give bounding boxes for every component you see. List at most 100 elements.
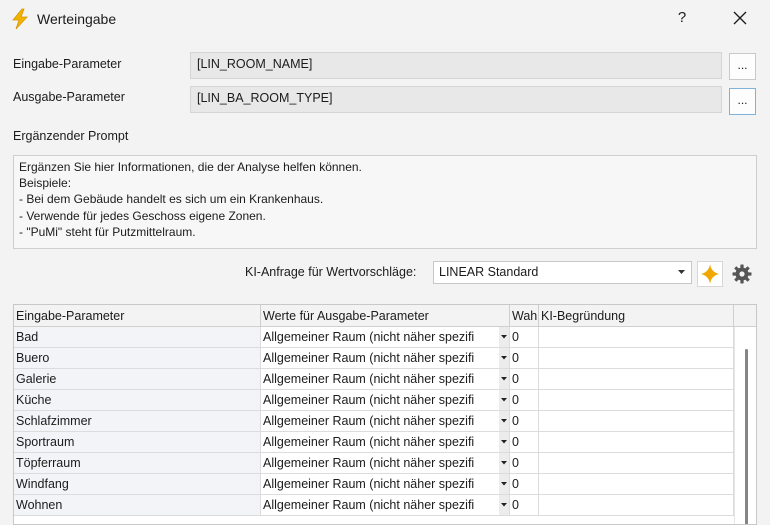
cell-dropdown-button[interactable] — [499, 453, 509, 473]
table-row[interactable]: Windfang Allgemeiner Raum (nicht näher sp… — [14, 474, 756, 495]
cell-probability[interactable]: 0 — [510, 474, 539, 495]
cell-input-param-text: Küche — [16, 393, 52, 407]
values-table: Eingabe-Parameter Werte für Ausgabe-Para… — [13, 304, 757, 525]
cell-probability[interactable]: 0 — [510, 369, 539, 390]
cell-input-param[interactable]: Bad — [14, 327, 261, 348]
cell-ki-reason[interactable] — [539, 390, 734, 411]
cell-ki-reason[interactable] — [539, 348, 734, 369]
cell-input-param[interactable]: Töpferraum — [14, 453, 261, 474]
settings-button[interactable] — [729, 261, 755, 287]
table-header: Eingabe-Parameter Werte für Ausgabe-Para… — [14, 305, 756, 327]
cell-input-param[interactable]: Buero — [14, 348, 261, 369]
table-row[interactable]: Wohnen Allgemeiner Raum (nicht näher spez… — [14, 495, 756, 516]
cell-probability[interactable]: 0 — [510, 495, 539, 516]
cell-input-param[interactable]: Sportraum — [14, 432, 261, 453]
close-icon — [733, 11, 747, 25]
cell-probability[interactable]: 0 — [510, 453, 539, 474]
cell-probability[interactable]: 0 — [510, 411, 539, 432]
table-row[interactable]: Sportraum Allgemeiner Raum (nicht näher s… — [14, 432, 756, 453]
cell-output-value-text: Allgemeiner Raum (nicht näher spezifi — [263, 372, 475, 386]
cell-probability[interactable]: 0 — [510, 390, 539, 411]
cell-dropdown-button[interactable] — [499, 369, 509, 389]
cell-output-value[interactable]: Allgemeiner Raum (nicht näher spezifi — [261, 495, 510, 516]
cell-dropdown-button[interactable] — [499, 327, 509, 347]
window-title: Werteingabe — [37, 11, 117, 27]
input-param-field[interactable]: [LIN_ROOM_NAME] — [190, 52, 722, 79]
cell-output-value[interactable]: Allgemeiner Raum (nicht näher spezifi — [261, 390, 510, 411]
cell-output-value[interactable]: Allgemeiner Raum (nicht näher spezifi — [261, 348, 510, 369]
cell-ki-reason[interactable] — [539, 495, 734, 516]
chevron-down-icon — [501, 377, 507, 381]
ki-request-label: KI-Anfrage für Wertvorschläge: — [245, 265, 417, 279]
prompt-label: Ergänzender Prompt — [13, 129, 129, 143]
cell-probability-text: 0 — [512, 477, 519, 491]
close-button[interactable] — [720, 2, 760, 34]
table-row[interactable]: Schlafzimmer Allgemeiner Raum (nicht nähe… — [14, 411, 756, 432]
cell-input-param[interactable]: Windfang — [14, 474, 261, 495]
cell-ki-reason[interactable] — [539, 453, 734, 474]
cell-output-value-text: Allgemeiner Raum (nicht näher spezifi — [263, 498, 475, 512]
cell-input-param[interactable]: Galerie — [14, 369, 261, 390]
cell-dropdown-button[interactable] — [499, 432, 509, 452]
cell-output-value[interactable]: Allgemeiner Raum (nicht näher spezifi — [261, 432, 510, 453]
scrollbar-thumb[interactable] — [745, 349, 748, 524]
cell-probability-text: 0 — [512, 393, 519, 407]
cell-probability[interactable]: 0 — [510, 348, 539, 369]
cell-input-param[interactable]: Küche — [14, 390, 261, 411]
output-param-browse-button[interactable]: ... — [729, 88, 756, 115]
input-param-browse-button[interactable]: ... — [729, 53, 756, 80]
table-row[interactable]: Töpferraum Allgemeiner Raum (nicht näher … — [14, 453, 756, 474]
cell-dropdown-button[interactable] — [499, 411, 509, 431]
chevron-down-icon — [501, 419, 507, 423]
cell-probability-text: 0 — [512, 330, 519, 344]
cell-ki-reason[interactable] — [539, 474, 734, 495]
table-row[interactable]: Bad Allgemeiner Raum (nicht näher spezifi… — [14, 327, 756, 348]
cell-ki-reason[interactable] — [539, 369, 734, 390]
cell-probability[interactable]: 0 — [510, 432, 539, 453]
cell-ki-reason[interactable] — [539, 411, 734, 432]
header-output-values[interactable]: Werte für Ausgabe-Parameter — [261, 305, 510, 327]
chevron-down-icon — [501, 503, 507, 507]
ki-request-select[interactable]: LINEAR Standard — [433, 261, 692, 284]
cell-output-value[interactable]: Allgemeiner Raum (nicht näher spezifi — [261, 474, 510, 495]
sparkle-icon — [701, 264, 719, 284]
cell-input-param[interactable]: Schlafzimmer — [14, 411, 261, 432]
cell-input-param-text: Windfang — [16, 477, 69, 491]
table-row[interactable]: Buero Allgemeiner Raum (nicht näher spezi… — [14, 348, 756, 369]
cell-probability-text: 0 — [512, 414, 519, 428]
ai-suggest-button[interactable] — [697, 261, 723, 287]
prompt-textarea[interactable]: Ergänzen Sie hier Informationen, die der… — [13, 155, 757, 249]
cell-output-value-text: Allgemeiner Raum (nicht näher spezifi — [263, 351, 475, 365]
header-probability[interactable]: Wah — [510, 305, 539, 327]
input-param-label: Eingabe-Parameter — [13, 57, 122, 71]
cell-dropdown-button[interactable] — [499, 495, 509, 515]
cell-input-param-text: Sportraum — [16, 435, 75, 449]
cell-dropdown-button[interactable] — [499, 348, 509, 368]
table-row[interactable]: Galerie Allgemeiner Raum (nicht näher spe… — [14, 369, 756, 390]
cell-dropdown-button[interactable] — [499, 390, 509, 410]
cell-output-value[interactable]: Allgemeiner Raum (nicht näher spezifi — [261, 453, 510, 474]
help-button[interactable]: ? — [664, 2, 700, 34]
cell-input-param-text: Töpferraum — [16, 456, 81, 470]
lightning-icon — [9, 8, 31, 30]
cell-output-value-text: Allgemeiner Raum (nicht näher spezifi — [263, 477, 475, 491]
cell-ki-reason[interactable] — [539, 432, 734, 453]
cell-probability-text: 0 — [512, 372, 519, 386]
header-ki-reason[interactable]: KI-Begründung — [539, 305, 734, 327]
cell-probability[interactable]: 0 — [510, 327, 539, 348]
ki-request-selected: LINEAR Standard — [439, 265, 539, 279]
cell-probability-text: 0 — [512, 498, 519, 512]
cell-output-value[interactable]: Allgemeiner Raum (nicht näher spezifi — [261, 411, 510, 432]
chevron-down-icon — [678, 270, 685, 274]
cell-ki-reason[interactable] — [539, 327, 734, 348]
gear-icon — [732, 264, 752, 284]
output-param-field[interactable]: [LIN_BA_ROOM_TYPE] — [190, 86, 722, 113]
cell-output-value-text: Allgemeiner Raum (nicht näher spezifi — [263, 414, 475, 428]
header-input-param[interactable]: Eingabe-Parameter — [14, 305, 261, 327]
cell-dropdown-button[interactable] — [499, 474, 509, 494]
cell-input-param[interactable]: Wohnen — [14, 495, 261, 516]
cell-probability-text: 0 — [512, 435, 519, 449]
cell-output-value[interactable]: Allgemeiner Raum (nicht näher spezifi — [261, 369, 510, 390]
table-row[interactable]: Küche Allgemeiner Raum (nicht näher spezi… — [14, 390, 756, 411]
cell-output-value[interactable]: Allgemeiner Raum (nicht näher spezifi — [261, 327, 510, 348]
